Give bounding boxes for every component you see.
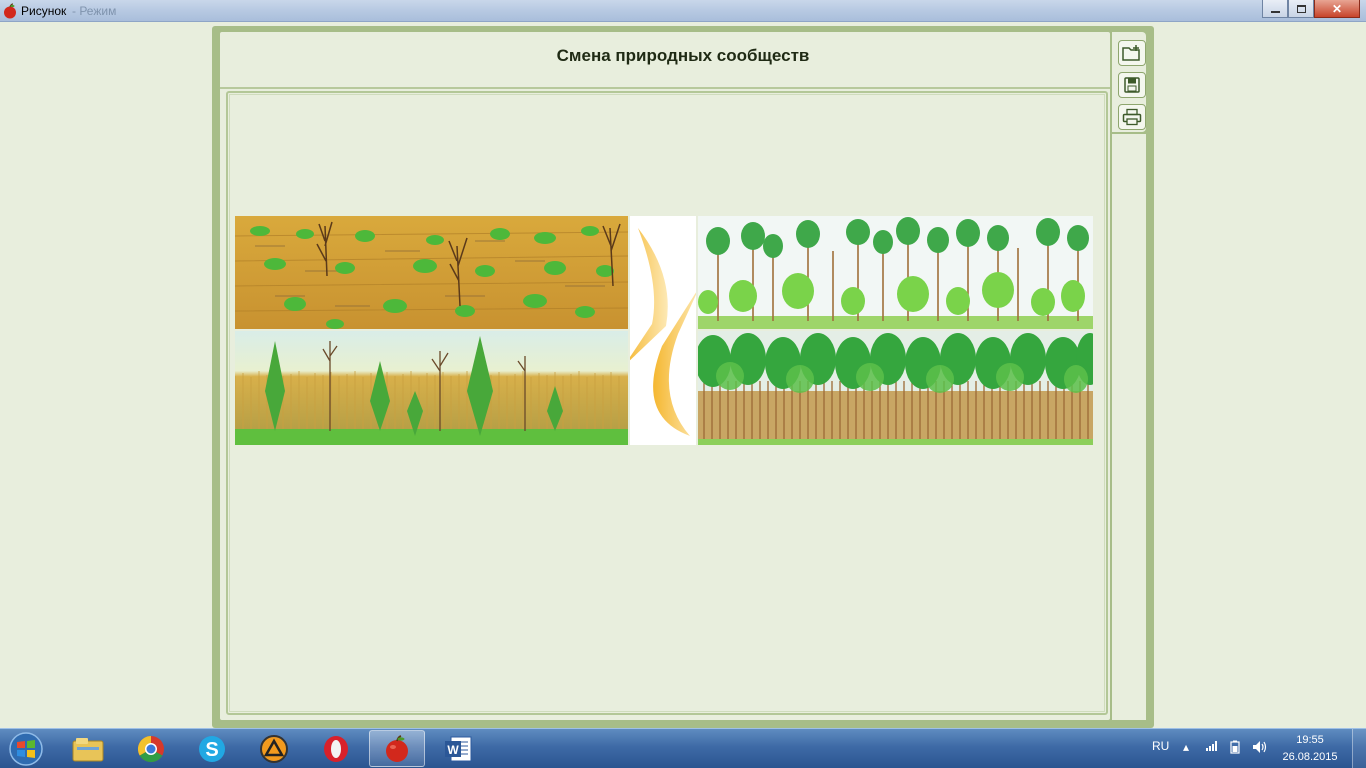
language-indicator[interactable]: RU: [1152, 739, 1169, 753]
page-title: Смена природных сообществ: [556, 46, 810, 65]
steppe-picture: [235, 216, 628, 329]
explorer-icon: [72, 737, 104, 761]
word-icon: W: [445, 736, 472, 761]
tool-strip-border: [1112, 134, 1148, 722]
apple-app-icon: [386, 734, 408, 762]
window-title-suffix: - Режим: [72, 4, 117, 18]
save-button[interactable]: [1118, 72, 1146, 98]
close-button[interactable]: ✕: [1314, 0, 1360, 18]
svg-text:W: W: [447, 743, 459, 757]
clock-date[interactable]: 26.08.2015: [1280, 751, 1340, 763]
open-button[interactable]: [1118, 40, 1146, 66]
succession-arrows: [624, 216, 700, 445]
save-icon: [1124, 77, 1140, 93]
svg-text:S: S: [205, 739, 218, 761]
clock-time[interactable]: 19:55: [1287, 734, 1333, 746]
minimize-icon: [1270, 10, 1280, 13]
window-title: Рисунок: [21, 4, 67, 18]
print-icon: [1122, 108, 1142, 126]
young-forest-picture: [235, 331, 628, 445]
signal-icon[interactable]: [1205, 740, 1219, 755]
taskbar-explorer[interactable]: [60, 730, 116, 767]
print-button[interactable]: [1118, 104, 1146, 130]
restore-icon: [1296, 4, 1306, 13]
close-icon: ✕: [1331, 1, 1343, 16]
open-icon: [1122, 45, 1140, 61]
opera-icon: [324, 735, 348, 762]
window-title-bar[interactable]: Рисунок - Режим ✕: [0, 0, 1366, 22]
chrome-icon: [137, 735, 164, 762]
volume-icon[interactable]: [1252, 740, 1268, 757]
restore-button[interactable]: [1288, 0, 1314, 18]
taskbar-opera[interactable]: [308, 730, 364, 767]
taskbar-chrome[interactable]: [123, 730, 179, 767]
show-desktop-button[interactable]: [1352, 729, 1366, 768]
taskbar-aimp[interactable]: [246, 730, 302, 767]
start-button[interactable]: [4, 731, 48, 767]
tray-expand-icon[interactable]: ▴: [1183, 740, 1189, 754]
mixed-forest-picture: [698, 216, 1093, 329]
skype-icon: S: [199, 735, 225, 762]
battery-icon[interactable]: [1229, 740, 1241, 757]
windows-start-icon: [9, 732, 43, 766]
taskbar-skype[interactable]: S: [184, 730, 240, 767]
minimize-button[interactable]: [1262, 0, 1288, 18]
aimp-icon: [260, 734, 288, 763]
apple-icon: [4, 3, 16, 19]
taskbar-word[interactable]: W: [431, 730, 487, 767]
pine-forest-picture: [698, 331, 1093, 445]
taskbar-apple-app[interactable]: [369, 730, 425, 767]
arrow-to-young-forest: [624, 228, 668, 366]
